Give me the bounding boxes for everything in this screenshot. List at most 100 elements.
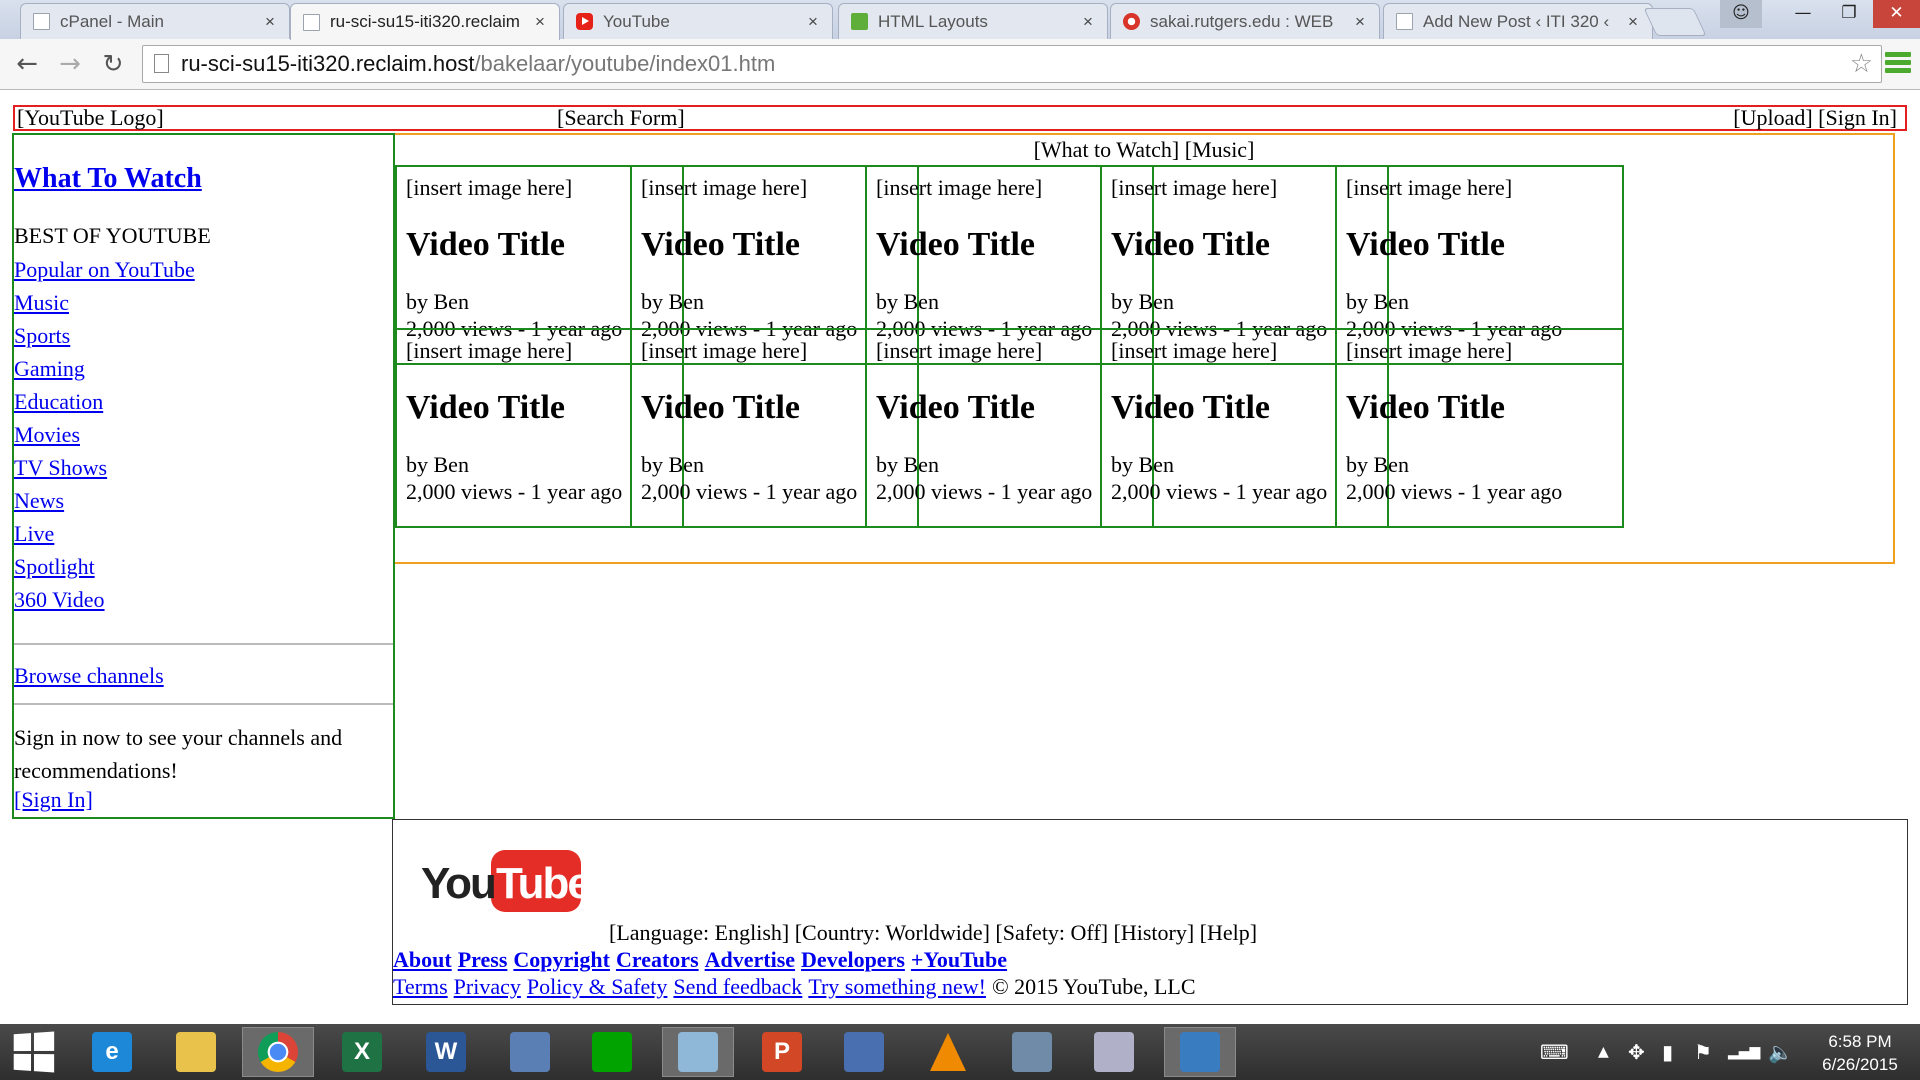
document-icon <box>33 13 50 30</box>
taskbar-app[interactable] <box>996 1027 1068 1077</box>
volume-icon[interactable]: 🔈 <box>1768 1024 1793 1080</box>
sidebar-item-link[interactable]: Spotlight <box>14 554 95 579</box>
taskbar-clock[interactable]: 6:58 PM 6/26/2015 <box>1808 1030 1912 1076</box>
powerpoint-icon: P <box>762 1032 802 1072</box>
footer-secondary-link[interactable]: Policy & Safety <box>527 974 668 999</box>
tab-title: cPanel - Main <box>60 11 164 31</box>
action-center-flag-icon[interactable]: ⚑ <box>1694 1024 1712 1080</box>
paint-icon <box>1094 1032 1134 1072</box>
back-button[interactable]: ← <box>11 48 43 80</box>
footer-secondary-links: Terms Privacy Policy & Safety Send feedback… <box>393 974 1196 1000</box>
address-bar[interactable]: ru-sci-su15-iti320.reclaim.host/bakelaar… <box>142 45 1882 83</box>
sidebar-signin-link[interactable]: [Sign In] <box>14 787 93 813</box>
internet-explorer-icon: e <box>92 1032 132 1072</box>
sidebar-item-link[interactable]: Popular on YouTube <box>14 257 195 282</box>
sidebar-item: Sports <box>14 321 195 354</box>
sidebar-item: Live <box>14 519 195 552</box>
video-image-placeholder: [insert image here] <box>1346 338 1513 363</box>
footer-primary-link[interactable]: Advertise <box>705 947 795 972</box>
best-of-youtube-heading: BEST OF YOUTUBE <box>14 223 211 248</box>
sidebar-item-link[interactable]: Gaming <box>14 356 85 381</box>
sakai-icon <box>1123 13 1140 30</box>
taskbar-app[interactable] <box>494 1027 566 1077</box>
sidebar-item-link[interactable]: TV Shows <box>14 455 107 480</box>
footer-primary-link[interactable]: About <box>393 947 452 972</box>
taskbar-app[interactable] <box>912 1027 984 1077</box>
user-profile-icon[interactable]: ☺ <box>1720 0 1762 28</box>
browser-tab[interactable]: HTML Layouts × <box>838 3 1108 39</box>
taskbar-app[interactable]: e <box>76 1027 148 1077</box>
footer-secondary-link[interactable]: Terms <box>393 974 448 999</box>
taskbar-app[interactable] <box>1078 1027 1150 1077</box>
sidebar-item-link[interactable]: 360 Video <box>14 587 105 612</box>
tab-close-icon[interactable]: × <box>1351 12 1369 32</box>
bookmark-star-icon[interactable]: ☆ <box>1850 46 1873 82</box>
tab-title: sakai.rutgers.edu : WEB <box>1150 11 1334 31</box>
network-signal-icon[interactable]: ▂▄▆ <box>1728 1024 1760 1080</box>
footer-primary-link[interactable]: +YouTube <box>911 947 1007 972</box>
what-to-watch-link[interactable]: What To Watch <box>14 163 202 195</box>
sidebar-item-link[interactable]: Movies <box>14 422 80 447</box>
chrome-menu-icon[interactable] <box>1885 52 1911 78</box>
sidebar-item: Popular on YouTube <box>14 255 195 288</box>
video-author: by Ben <box>1346 452 1409 477</box>
browser-tab[interactable]: cPanel - Main × <box>20 3 290 39</box>
logo-text-tube: Tube <box>496 859 583 908</box>
sidebar-item-link[interactable]: Music <box>14 290 69 315</box>
minimize-button[interactable]: — <box>1780 0 1826 28</box>
taskbar-app[interactable] <box>1164 1027 1236 1077</box>
sidebar-item-link[interactable]: Education <box>14 389 103 414</box>
page-icon <box>154 54 169 73</box>
footer-secondary-link[interactable]: Privacy <box>454 974 521 999</box>
browser-tab[interactable]: ru-sci-su15-iti320.reclaim × <box>290 3 560 40</box>
page-footer: You Tube [Language: English] [Country: W… <box>392 819 1908 1005</box>
reload-button[interactable]: ↻ <box>97 48 129 80</box>
sidebar-item-link[interactable]: Live <box>14 521 54 546</box>
sidebar-item: Movies <box>14 420 195 453</box>
tab-close-icon[interactable]: × <box>1079 12 1097 32</box>
video-card[interactable]: [insert image here] Video Title by Ben 2,00… <box>1335 328 1624 528</box>
tab-close-icon[interactable]: × <box>1624 12 1642 32</box>
browser-tab[interactable]: YouTube × <box>563 3 833 39</box>
maximize-button[interactable]: ❐ <box>1826 0 1872 28</box>
tab-close-icon[interactable]: × <box>261 12 279 32</box>
video-meta: 2,000 views - 1 year ago <box>1346 479 1563 504</box>
forward-button[interactable]: → <box>54 48 86 80</box>
tray-chevron-icon[interactable]: ▲ <box>1598 1024 1609 1080</box>
browser-toolbar: ← → ↻ ru-sci-su15-iti320.reclaim.host/ba… <box>0 39 1920 90</box>
taskbar-app[interactable] <box>662 1027 734 1077</box>
taskbar-app[interactable] <box>242 1027 314 1077</box>
taskbar-app[interactable] <box>160 1027 232 1077</box>
taskbar-app[interactable] <box>576 1027 648 1077</box>
footer-primary-link[interactable]: Press <box>458 947 508 972</box>
tab-title: Add New Post ‹ ITI 320 ‹ <box>1423 11 1610 31</box>
power-icon[interactable]: ▮ <box>1662 1024 1673 1080</box>
footer-options: [Language: English] [Country: Worldwide]… <box>609 920 1258 945</box>
footer-primary-link[interactable]: Copyright <box>513 947 610 972</box>
start-button-icon[interactable] <box>13 1031 55 1073</box>
sidebar-item-link[interactable]: Sports <box>14 323 70 348</box>
taskbar-app[interactable]: X <box>326 1027 398 1077</box>
sidebar-item: Gaming <box>14 354 195 387</box>
windows-taskbar: e X W P ⌨ ▲ ✥ ▮ ⚑ ▂▄▆ 🔈 6:58 PM 6/26/2015 <box>0 1024 1920 1080</box>
footer-primary-link[interactable]: Developers <box>801 947 905 972</box>
youtube-logo[interactable]: You Tube <box>419 848 592 914</box>
tab-close-icon[interactable]: × <box>804 12 822 32</box>
taskbar-app[interactable]: P <box>746 1027 818 1077</box>
tab-close-icon[interactable]: × <box>531 12 549 32</box>
sidebar-item: TV Shows <box>14 453 195 486</box>
taskbar-app[interactable]: W <box>410 1027 482 1077</box>
footer-secondary-link[interactable]: Send feedback <box>673 974 802 999</box>
footer-primary-link[interactable]: Creators <box>616 947 699 972</box>
dropbox-icon[interactable]: ✥ <box>1628 1024 1645 1080</box>
sidebar-item-link[interactable]: News <box>14 488 64 513</box>
excel-icon: X <box>342 1032 382 1072</box>
sidebar-divider <box>14 643 393 645</box>
taskbar-app[interactable] <box>828 1027 900 1077</box>
keyboard-icon[interactable]: ⌨ <box>1540 1024 1569 1080</box>
browser-tab[interactable]: Add New Post ‹ ITI 320 ‹ × <box>1383 3 1653 39</box>
footer-secondary-link[interactable]: Try something new! <box>808 974 986 999</box>
browse-channels-link[interactable]: Browse channels <box>14 663 164 689</box>
close-window-button[interactable]: ✕ <box>1873 0 1920 28</box>
browser-tab[interactable]: sakai.rutgers.edu : WEB × <box>1110 3 1380 39</box>
